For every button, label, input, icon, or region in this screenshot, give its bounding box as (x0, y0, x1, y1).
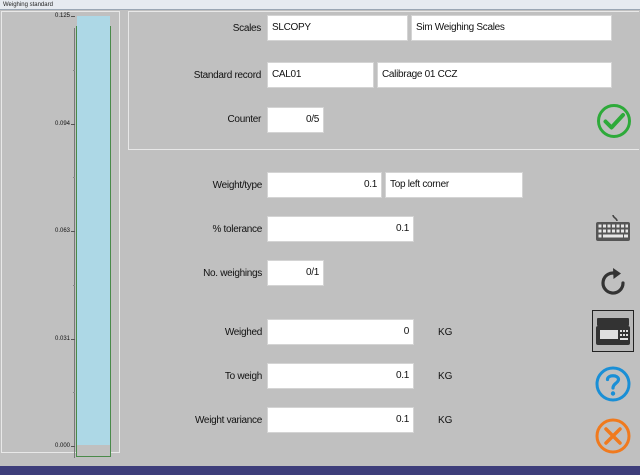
gauge-tick-label: 0.031 (54, 335, 70, 342)
scales-name-field[interactable]: Sim Weighing Scales (411, 15, 612, 41)
weight-gauge-panel: 0.125 0.094 0.063 0.031 0.000 (1, 11, 120, 458)
gauge-tick-minor (73, 177, 75, 179)
gauge-tick-major (71, 16, 75, 17)
gauge-tick-minor (73, 284, 75, 286)
gauge-bar-fill (77, 16, 110, 445)
scales-label: Scales (232, 23, 262, 34)
bottom-status-bar (0, 466, 640, 475)
gauge-tick-minor (73, 392, 75, 394)
help-button[interactable] (592, 363, 634, 405)
gauge-axis (74, 28, 75, 458)
to-weigh-unit: KG (438, 371, 453, 382)
weight-type-description-field[interactable]: Top left corner (385, 172, 523, 198)
refresh-icon (601, 268, 625, 295)
cancel-button[interactable] (592, 415, 634, 457)
weight-variance-unit: KG (438, 415, 453, 426)
gauge-tick-minor (73, 69, 75, 71)
checkmark-circle-icon (597, 104, 631, 138)
gauge-tick-major (71, 123, 75, 125)
weight-type-value-field[interactable]: 0.1 (267, 172, 382, 198)
counter-label: Counter (227, 114, 262, 125)
scale-device-button[interactable] (592, 310, 634, 352)
tolerance-label: % tolerance (212, 224, 262, 235)
scales-code-field[interactable]: SLCOPY (267, 15, 408, 41)
keyboard-icon (596, 214, 630, 241)
weight-variance-field: 0.1 (267, 407, 414, 433)
confirm-button[interactable] (596, 103, 632, 139)
weight-type-label: Weight/type (212, 180, 263, 191)
close-circle-icon (595, 418, 631, 454)
window-title: Weighing standard (0, 0, 640, 10)
gauge-tick-label: 0.063 (54, 228, 70, 234)
gauge-tick-major (71, 231, 75, 232)
weighed-label: Weighed (224, 327, 262, 338)
to-weigh-field: 0.1 (267, 363, 414, 389)
gauge-tick-label: 0.094 (54, 120, 70, 127)
keyboard-button[interactable] (592, 208, 634, 250)
counter-field: 0/5 (267, 107, 324, 133)
gauge-tick-label: 0.000 (54, 443, 70, 449)
to-weigh-label: To weigh (224, 371, 262, 382)
tolerance-field[interactable]: 0.1 (267, 216, 414, 242)
standard-record-label: Standard record (193, 70, 262, 81)
question-circle-icon (595, 366, 631, 402)
scale-device-icon (596, 318, 630, 345)
refresh-button[interactable] (592, 262, 634, 304)
num-weighings-label: No. weighings (203, 268, 262, 279)
standard-record-name-field[interactable]: Calibrage 01 CCZ (377, 62, 612, 88)
num-weighings-field: 0/1 (267, 260, 324, 286)
gauge-tick-major (71, 338, 75, 340)
weighed-unit: KG (438, 327, 453, 338)
standard-record-code-field[interactable]: CAL01 (267, 62, 374, 88)
weight-variance-label: Weight variance (194, 415, 262, 426)
gauge-tick-label: 0.125 (54, 13, 70, 19)
gauge-tick-major (71, 446, 75, 447)
weighed-field: 0 (267, 319, 414, 345)
